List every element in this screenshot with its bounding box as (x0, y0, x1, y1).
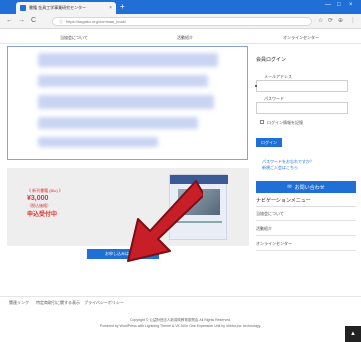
url-input[interactable]: ⓘ https://sugaku.org/oominas_book/ (52, 17, 312, 26)
address-bar-row: ← → C ⓘ https://sugaku.org/oominas_book/… (0, 14, 361, 29)
forward-icon[interactable]: → (18, 17, 25, 24)
url-text: https://sugaku.org/oominas_book/ (66, 19, 127, 24)
maximize-icon[interactable]: □ (337, 2, 341, 8)
browser-tab[interactable]: 書籍 金具工学事業研究センター × (16, 2, 116, 14)
remember-label: ログイン情報を記憶 (267, 120, 303, 125)
book-price: ¥3,000 (27, 195, 49, 202)
back-icon[interactable]: ← (6, 17, 13, 24)
tab-close-icon[interactable]: × (109, 5, 112, 11)
footer-powered-by: Powered by WordPress with Lightning Them… (100, 324, 261, 328)
sidebar-item-activities[interactable]: 活動紹介 (256, 222, 356, 236)
blurred-text (38, 75, 208, 87)
login-button[interactable]: ログイン (256, 138, 282, 147)
extensions-icon[interactable]: ⊕ (338, 17, 343, 24)
tab-title: 書籍 金具工学事業研究センター (29, 5, 87, 10)
browser-tab-bar: 書籍 金具工学事業研究センター × + — □ × (0, 0, 361, 14)
mail-icon: ✉ (287, 184, 292, 190)
sidebar-item-online-center[interactable]: オンラインセンター (256, 237, 356, 251)
contact-button[interactable]: ✉ お問い合わせ (256, 181, 356, 193)
window-close-icon[interactable]: × (349, 2, 353, 8)
nav-item-about[interactable]: 当協会について (60, 35, 88, 41)
book-info: 《 新刊書籍 (Blu) 》 ¥3,000 （税込価格） 申込受付中 (27, 188, 63, 218)
new-tab-button[interactable]: + (120, 2, 125, 12)
footer-link-privacy[interactable]: プライバシーポリシー (84, 300, 124, 306)
reload-icon[interactable]: C (31, 17, 36, 24)
annotation-arrow-icon (127, 180, 203, 262)
refresh-icon[interactable]: ⟳ (328, 17, 333, 24)
book-status: 申込受付中 (27, 212, 58, 218)
footer-link-related[interactable]: 関連リンク (9, 300, 29, 306)
nav-menu-heading: ナビゲーションメニュー (256, 198, 311, 204)
email-field[interactable] (256, 80, 348, 92)
lock-icon: ⓘ (59, 18, 63, 24)
login-heading: 会員ログイン (256, 57, 287, 63)
blurred-text (38, 53, 218, 67)
contact-label: お問い合わせ (294, 184, 325, 191)
article-content (7, 46, 248, 160)
remember-checkbox[interactable] (260, 120, 264, 124)
footer-links: 関連リンク 特定商取引に関する表示 プライバシーポリシー (0, 296, 361, 306)
blurred-text (38, 95, 214, 109)
blurred-text (38, 137, 158, 147)
blurred-text (38, 117, 198, 129)
sidebar-item-about[interactable]: 当協会について (256, 207, 356, 221)
star-icon[interactable]: ☆ (318, 17, 323, 24)
required-dot (255, 85, 257, 87)
menu-icon[interactable]: ⋮ (350, 17, 356, 24)
minimize-icon[interactable]: — (325, 2, 331, 8)
footer-link-commerce[interactable]: 特定商取引に関する表示 (36, 300, 80, 306)
favicon-icon (20, 5, 26, 11)
nav-item-activities[interactable]: 活動紹介 (177, 35, 193, 41)
site-nav: 当協会について 活動紹介 オンラインセンター (0, 30, 361, 44)
nav-item-online-center[interactable]: オンラインセンター (283, 35, 319, 41)
page-top-button[interactable]: ▲ (345, 326, 361, 342)
register-link[interactable]: 新規ご入会はこちら (262, 165, 298, 171)
password-field[interactable] (256, 102, 348, 114)
footer-copyright: Copyright © 公益財団法人新潟県教育振興会 All Rights Re… (129, 318, 232, 322)
